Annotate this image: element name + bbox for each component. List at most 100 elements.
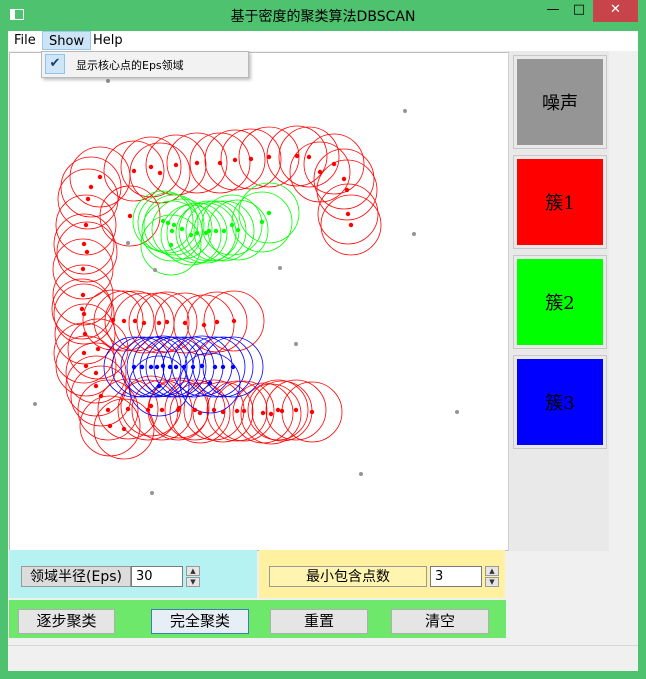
cluster1-point	[182, 320, 188, 326]
cluster1-point	[127, 213, 133, 219]
cluster3-point	[220, 364, 226, 370]
cluster1-point	[148, 403, 154, 409]
close-button[interactable]: ✕	[593, 0, 638, 22]
noise-point	[294, 342, 298, 346]
clear-button[interactable]: 清空	[391, 609, 489, 634]
eps-spin-up-button[interactable]: ▲	[186, 566, 200, 576]
full-cluster-button[interactable]: 完全聚类	[151, 609, 249, 634]
cluster1-point	[348, 222, 354, 228]
legend-swatch-cluster3: 簇3	[517, 359, 603, 445]
legend-swatch-noise: 噪声	[517, 59, 603, 145]
cluster-plot	[33, 79, 459, 495]
app-window: 基于密度的聚类算法DBSCAN — □ ✕ File Show Help ✔ 显…	[0, 0, 646, 679]
cluster2-point	[266, 210, 272, 216]
cluster3-point	[131, 364, 137, 370]
cluster2-point	[171, 222, 177, 228]
noise-point	[412, 232, 416, 236]
cluster2-point	[160, 218, 166, 224]
cluster3-point	[190, 364, 196, 370]
cluster2-point	[165, 220, 171, 226]
legend-item-cluster1: 簇1	[513, 155, 607, 249]
button-bar: 逐步聚类 完全聚类 重置 清空	[9, 600, 506, 638]
cluster2-point	[221, 228, 227, 234]
cluster1-point	[232, 157, 238, 163]
minpts-spinner: ▲ ▼	[485, 566, 499, 587]
cluster3-point	[199, 363, 205, 369]
cluster1-point	[97, 174, 103, 180]
cluster1-point	[220, 409, 226, 415]
cluster1-point	[294, 153, 300, 159]
title-bar: 基于密度的聚类算法DBSCAN — □ ✕	[0, 0, 646, 30]
cluster1-point	[131, 168, 137, 174]
minpts-spin-down-button[interactable]: ▼	[485, 577, 499, 587]
cluster3-point	[156, 383, 162, 389]
cluster1-point	[159, 407, 165, 413]
menu-file[interactable]: File	[8, 31, 42, 50]
cluster1-point	[93, 383, 99, 389]
cluster1-point	[234, 408, 240, 414]
cluster1-point	[81, 350, 87, 356]
cluster1-point	[341, 176, 347, 182]
cluster2-point	[203, 230, 209, 236]
cluster1-point	[176, 405, 182, 411]
cluster1-point	[105, 407, 111, 413]
cluster1-point	[241, 408, 247, 414]
cluster1-point	[201, 322, 207, 328]
cluster1-point	[80, 292, 86, 298]
cluster1-point	[95, 346, 101, 352]
cluster-canvas[interactable]	[9, 52, 509, 551]
cluster1-point	[268, 411, 274, 417]
cluster1-point	[173, 162, 179, 168]
cluster1-point	[81, 311, 87, 317]
cluster2-point	[169, 228, 175, 234]
cluster3-point	[139, 364, 145, 370]
legend-item-cluster2: 簇2	[513, 255, 607, 349]
cluster1-point	[306, 154, 312, 160]
eps-input[interactable]: 30	[131, 566, 183, 587]
noise-point	[455, 410, 459, 414]
reset-button[interactable]: 重置	[270, 609, 368, 634]
cluster2-point	[168, 242, 174, 248]
cluster3-point	[148, 364, 154, 370]
cluster1-point	[83, 222, 89, 228]
legend-swatch-cluster1: 簇1	[517, 159, 603, 245]
minpts-spin-up-button[interactable]: ▲	[485, 566, 499, 576]
minimize-button[interactable]: —	[540, 0, 566, 22]
cluster1-point	[88, 184, 94, 190]
cluster1-point	[331, 161, 337, 167]
noise-point	[153, 268, 157, 272]
cluster2-point	[179, 226, 185, 232]
menu-item-show-eps[interactable]: 显示核心点的Eps领域	[76, 57, 184, 73]
cluster1-point	[248, 156, 254, 162]
cluster1-point	[231, 318, 237, 324]
noise-point	[150, 491, 154, 495]
minpts-panel: 最小包含点数 3 ▲ ▼	[259, 550, 505, 598]
step-cluster-button[interactable]: 逐步聚类	[18, 609, 115, 634]
cluster2-point	[235, 227, 241, 233]
cluster1-point	[84, 249, 90, 255]
client-area: File Show Help ✔ 显示核心点的Eps领域 噪声 簇1 簇2 簇3	[8, 31, 638, 671]
maximize-button[interactable]: □	[566, 0, 592, 22]
noise-point	[278, 266, 282, 270]
eps-spin-down-button[interactable]: ▼	[186, 577, 200, 587]
cluster1-point	[82, 331, 88, 337]
menu-show[interactable]: Show	[42, 31, 92, 50]
cluster2-point	[229, 222, 235, 228]
noise-point	[33, 402, 37, 406]
cluster1-point	[121, 318, 127, 324]
cluster1-point	[345, 211, 351, 217]
cluster1-point	[85, 196, 91, 202]
cluster1-point	[80, 266, 86, 272]
eps-panel: 领域半径(Eps) 30 ▲ ▼	[9, 550, 257, 598]
cluster1-point	[125, 406, 131, 412]
menu-help[interactable]: Help	[87, 31, 129, 50]
cluster1-point	[156, 320, 162, 326]
cluster3-point	[181, 364, 187, 370]
legend-item-noise: 噪声	[513, 55, 607, 149]
cluster3-point	[154, 364, 160, 370]
show-menu-dropdown: ✔ 显示核心点的Eps领域	[41, 51, 249, 78]
legend-swatch-cluster2: 簇2	[517, 259, 603, 345]
minpts-input[interactable]: 3	[430, 566, 482, 587]
cluster1-point	[107, 423, 113, 429]
cluster1-point	[93, 370, 99, 376]
